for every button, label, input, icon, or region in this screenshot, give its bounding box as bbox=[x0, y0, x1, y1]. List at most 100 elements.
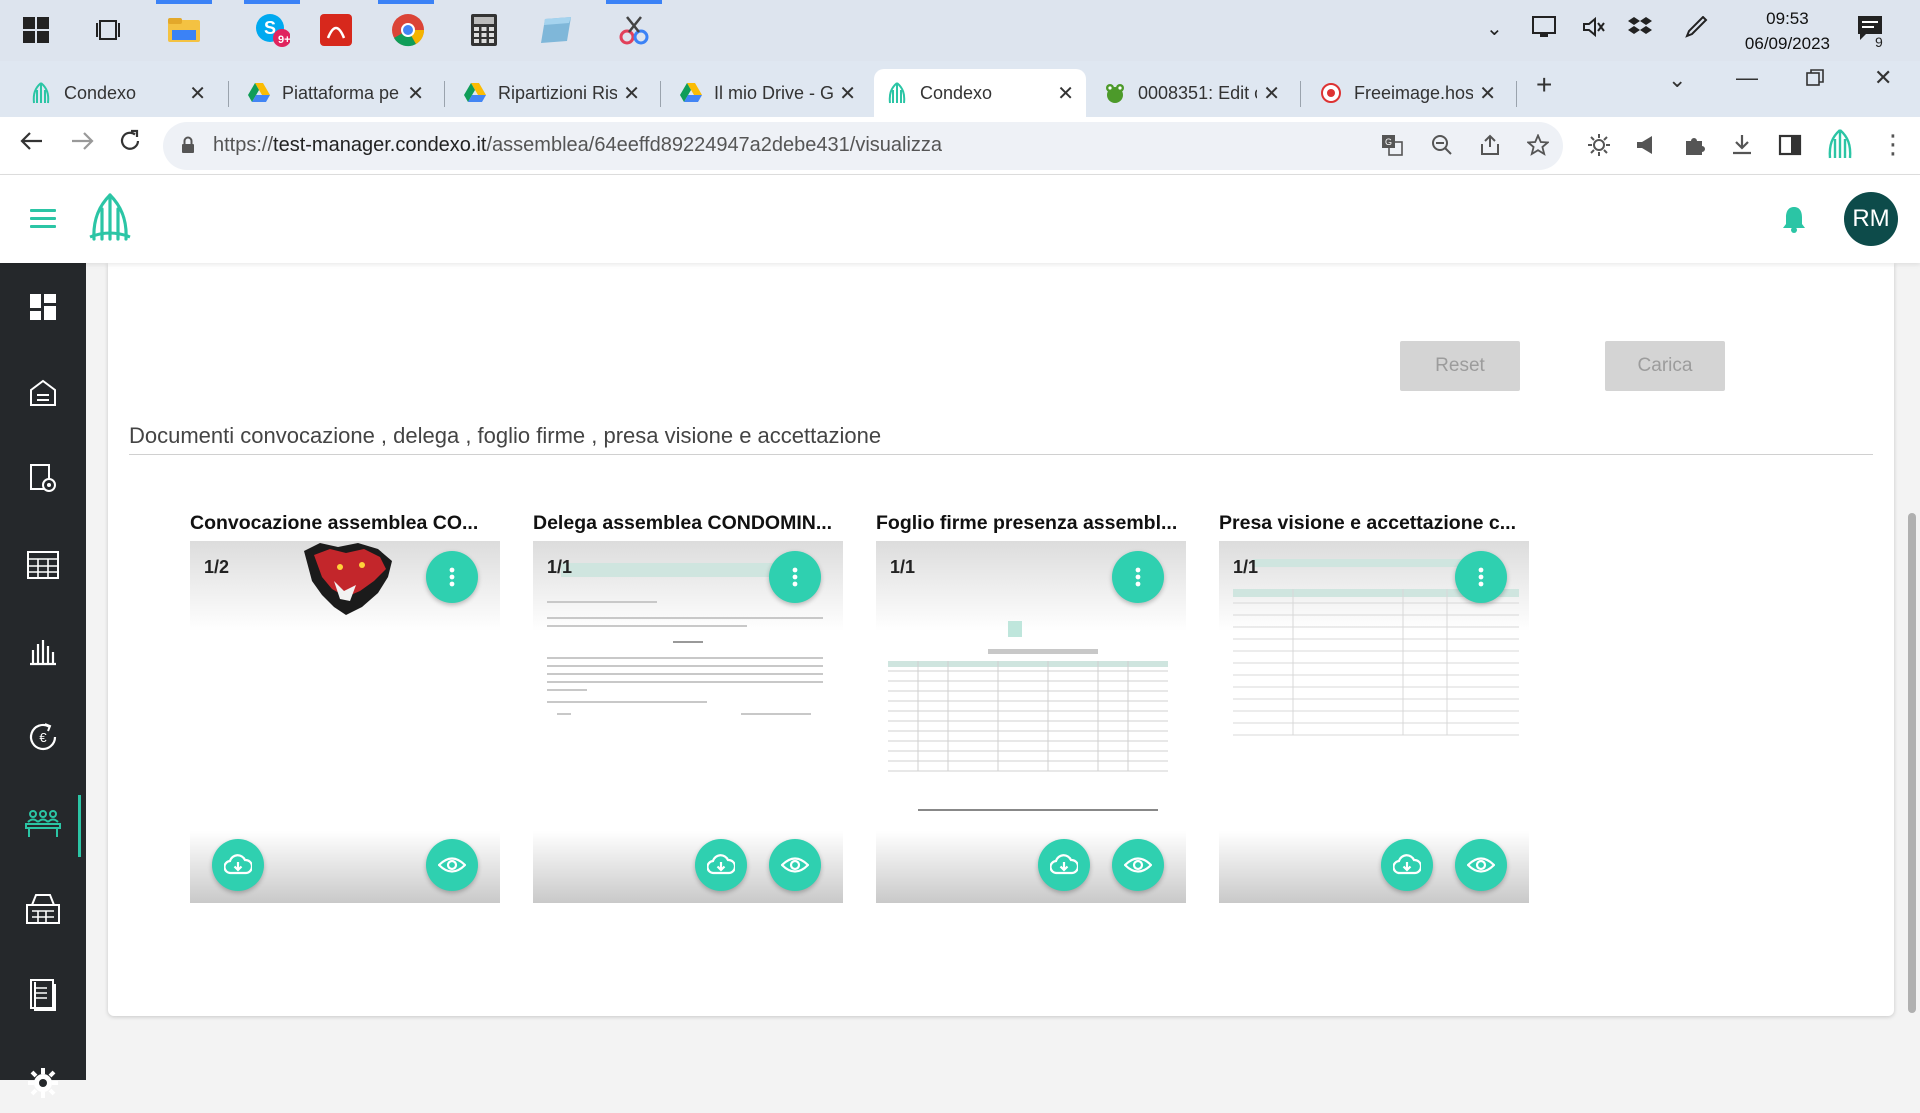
document-preview[interactable]: 1/1 bbox=[1219, 541, 1529, 903]
translate-icon[interactable]: G bbox=[1381, 134, 1403, 162]
section-divider bbox=[129, 454, 1873, 455]
tab-close-icon[interactable]: ✕ bbox=[1479, 81, 1496, 106]
frog-favicon-icon bbox=[1104, 82, 1126, 104]
screen-share-icon[interactable] bbox=[1532, 16, 1556, 44]
minimize-icon[interactable]: — bbox=[1736, 65, 1758, 91]
view-document-button[interactable] bbox=[1455, 839, 1507, 891]
nav-assemblea-icon[interactable] bbox=[0, 793, 86, 853]
download-document-button[interactable] bbox=[212, 839, 264, 891]
clock-time: 09:53 bbox=[1766, 9, 1809, 28]
forward-arrow-icon[interactable] bbox=[70, 129, 94, 160]
notifications-icon[interactable]: 9 bbox=[1856, 14, 1886, 50]
acrobat-icon[interactable] bbox=[316, 10, 356, 50]
extensions-puzzle-icon[interactable] bbox=[1682, 133, 1706, 163]
snipping-icon[interactable] bbox=[614, 10, 654, 50]
tab-freeimage[interactable]: Freeimage.hos ✕ bbox=[1308, 69, 1508, 117]
nav-table-icon[interactable] bbox=[0, 535, 86, 595]
skype-icon[interactable]: S 9+ bbox=[252, 10, 292, 50]
text-line bbox=[547, 665, 823, 667]
tab-close-icon[interactable]: ✕ bbox=[839, 81, 856, 106]
chrome-icon[interactable] bbox=[388, 10, 428, 50]
document-preview[interactable]: 1/1 bbox=[533, 541, 843, 903]
tab-search-chevron-icon[interactable]: ⌄ bbox=[1668, 67, 1686, 93]
calculator-icon[interactable] bbox=[464, 10, 504, 50]
nav-euro-cycle-icon[interactable]: € bbox=[0, 707, 86, 767]
page-indicator: 1/1 bbox=[890, 557, 916, 577]
view-document-button[interactable] bbox=[769, 839, 821, 891]
document-menu-button[interactable] bbox=[426, 551, 478, 603]
eye-icon bbox=[1467, 857, 1495, 873]
new-tab-plus-icon[interactable]: + bbox=[1536, 69, 1552, 101]
tab-separator bbox=[1300, 81, 1301, 107]
kebab-menu-icon bbox=[1135, 567, 1141, 587]
tab-separator bbox=[660, 81, 661, 107]
volume-muted-icon[interactable] bbox=[1582, 16, 1606, 44]
nav-calculator-report-icon[interactable] bbox=[0, 879, 86, 939]
url-text[interactable]: https://test-manager.condexo.it/assemble… bbox=[213, 134, 942, 157]
tray-chevron-icon[interactable]: ⌄ bbox=[1486, 16, 1503, 41]
document-menu-button[interactable] bbox=[1455, 551, 1507, 603]
reload-icon[interactable] bbox=[118, 129, 142, 160]
restore-icon[interactable] bbox=[1806, 67, 1824, 93]
system-clock[interactable]: 09:53 06/09/2023 bbox=[1745, 6, 1830, 56]
tab-ripartizioni[interactable]: Ripartizioni Ris ✕ bbox=[452, 69, 652, 117]
kebab-menu-icon bbox=[1478, 567, 1484, 587]
tab-close-icon[interactable]: ✕ bbox=[1263, 81, 1280, 106]
nav-report-icon[interactable] bbox=[0, 965, 86, 1025]
task-view-icon[interactable] bbox=[88, 10, 128, 50]
megaphone-extension-icon[interactable] bbox=[1634, 133, 1658, 163]
dropbox-icon[interactable] bbox=[1628, 16, 1652, 44]
view-document-button[interactable] bbox=[426, 839, 478, 891]
document-menu-button[interactable] bbox=[1112, 551, 1164, 603]
zoom-out-icon[interactable] bbox=[1431, 134, 1453, 162]
nav-dashboard-icon[interactable] bbox=[0, 277, 86, 337]
profile-condexo-icon[interactable] bbox=[1826, 129, 1854, 165]
page-scrollbar[interactable] bbox=[1908, 513, 1916, 1013]
nav-settings-gear-icon[interactable] bbox=[0, 1053, 86, 1113]
tab-condexo-active[interactable]: Condexo ✕ bbox=[874, 69, 1086, 117]
tab-close-icon[interactable]: ✕ bbox=[407, 81, 424, 106]
hamburger-menu-icon[interactable] bbox=[30, 209, 56, 233]
download-document-button[interactable] bbox=[1381, 839, 1433, 891]
download-document-button[interactable] bbox=[1038, 839, 1090, 891]
document-card-delega: Delega assemblea CONDOMIN... 1/1 bbox=[533, 511, 843, 903]
document-menu-button[interactable] bbox=[769, 551, 821, 603]
notification-count: 9 bbox=[1872, 34, 1886, 50]
start-icon[interactable] bbox=[16, 10, 56, 50]
document-preview[interactable]: 1/1 bbox=[876, 541, 1186, 903]
bookmark-star-icon[interactable] bbox=[1525, 133, 1551, 162]
extension-settings-icon[interactable] bbox=[1587, 133, 1611, 163]
tab-il-mio-drive[interactable]: Il mio Drive - G ✕ bbox=[668, 69, 868, 117]
user-avatar[interactable]: RM bbox=[1844, 192, 1898, 246]
tab-piattaforma[interactable]: Piattaforma pe ✕ bbox=[236, 69, 436, 117]
notifications-bell-icon[interactable] bbox=[1782, 205, 1806, 238]
taskbar-active-indicator bbox=[378, 0, 434, 4]
view-document-button[interactable] bbox=[1112, 839, 1164, 891]
tab-close-icon[interactable]: ✕ bbox=[623, 81, 640, 106]
nav-documents-settings-icon[interactable] bbox=[0, 449, 86, 509]
tab-close-icon[interactable]: ✕ bbox=[189, 81, 206, 106]
url-prefix: https:// bbox=[213, 134, 274, 156]
close-window-icon[interactable]: ✕ bbox=[1874, 65, 1892, 91]
tab-mantis-edit[interactable]: 0008351: Edit c ✕ bbox=[1092, 69, 1292, 117]
reset-button[interactable]: Reset bbox=[1400, 341, 1520, 391]
share-icon[interactable] bbox=[1479, 134, 1501, 162]
carica-button[interactable]: Carica bbox=[1605, 341, 1725, 391]
download-icon[interactable] bbox=[1730, 133, 1754, 163]
download-document-button[interactable] bbox=[695, 839, 747, 891]
nav-home-icon[interactable] bbox=[0, 363, 86, 423]
notes-icon[interactable] bbox=[536, 10, 576, 50]
file-explorer-icon[interactable] bbox=[164, 10, 204, 50]
lock-icon[interactable] bbox=[181, 136, 195, 159]
pen-icon[interactable] bbox=[1684, 15, 1708, 44]
condexo-logo[interactable] bbox=[88, 193, 132, 248]
chrome-menu-kebab-icon[interactable]: ⋮ bbox=[1880, 129, 1906, 160]
back-arrow-icon[interactable] bbox=[20, 129, 44, 160]
nav-building-chart-icon[interactable] bbox=[0, 621, 86, 681]
address-bar[interactable]: https://test-manager.condexo.it/assemble… bbox=[163, 122, 1563, 170]
side-panel-icon[interactable] bbox=[1778, 133, 1802, 163]
document-card-convocazione: Convocazione assemblea CO... 1/2 bbox=[190, 511, 500, 903]
tab-close-icon[interactable]: ✕ bbox=[1057, 81, 1074, 106]
tab-condexo-1[interactable]: Condexo ✕ bbox=[18, 69, 218, 117]
document-preview[interactable]: 1/2 bbox=[190, 541, 500, 903]
